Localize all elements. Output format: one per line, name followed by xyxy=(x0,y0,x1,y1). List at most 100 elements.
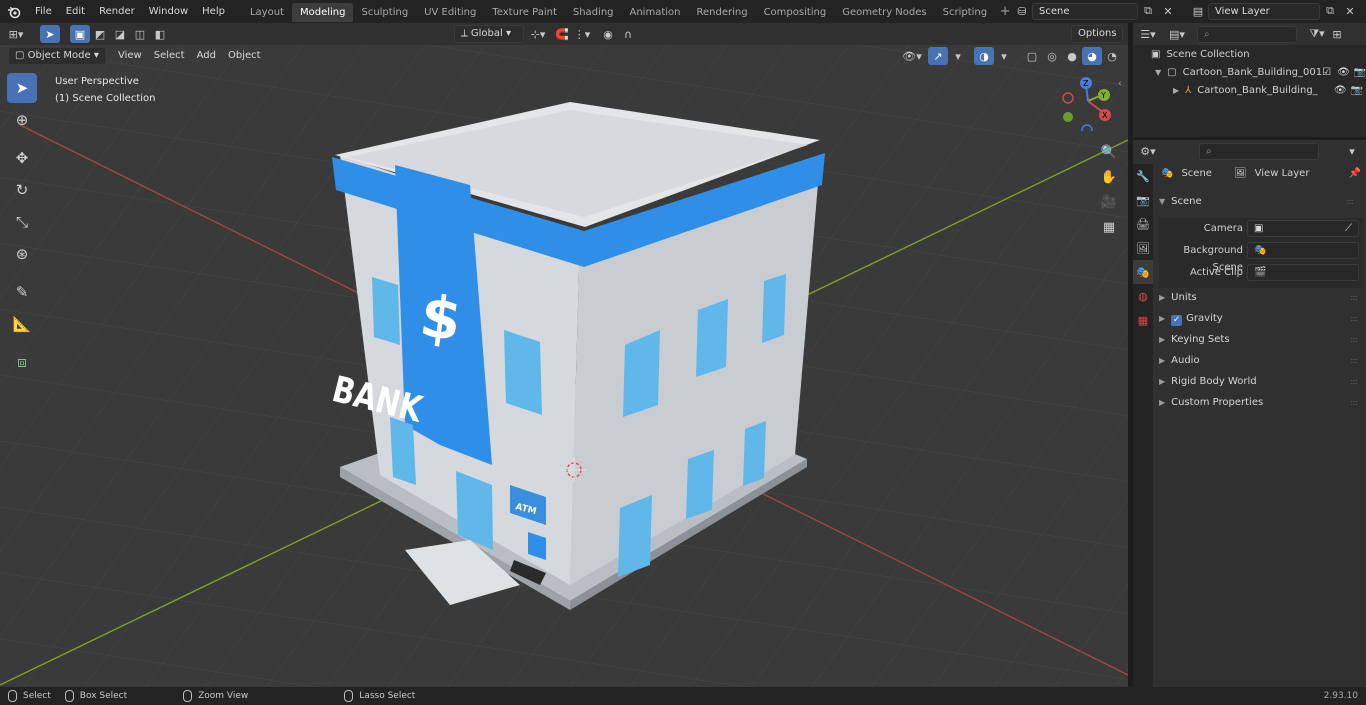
menu-select[interactable]: Select xyxy=(148,47,191,65)
tab-animation[interactable]: Animation xyxy=(622,3,689,22)
new-collection-icon[interactable]: ⊞ xyxy=(1327,25,1347,43)
tab-shading[interactable]: Shading xyxy=(565,3,622,22)
expand-chevron-icon[interactable]: ▼ xyxy=(1155,68,1161,77)
new-scene-icon[interactable]: ⧉ xyxy=(1138,2,1158,20)
outliner-filter-icon[interactable]: ⧩▾ xyxy=(1307,25,1327,43)
outliner-row-collection[interactable]: ▼ ▢ Cartoon_Bank_Building_001 ☑ 👁 📷 xyxy=(1155,67,1366,78)
3d-viewport[interactable]: $ BANK ATM ▢ Object Mode ▾ View Select A xyxy=(0,45,1128,687)
texture-tab-icon[interactable]: ▦ xyxy=(1133,308,1153,332)
object-render-camera-icon[interactable]: 📷 xyxy=(1351,85,1363,96)
hide-eye-icon[interactable]: 👁 xyxy=(1337,67,1350,78)
gravity-checkbox[interactable]: ✓ xyxy=(1171,315,1183,326)
transform-orientation-dropdown[interactable]: ⟂ Global ▾ xyxy=(454,25,524,43)
visibility-icon[interactable]: 👁▾ xyxy=(902,47,922,65)
world-tab-icon[interactable]: ◍ xyxy=(1133,284,1153,308)
mode-new-selection-icon[interactable]: ▣ xyxy=(70,25,90,43)
transform-tool-icon[interactable]: ⊛ xyxy=(7,239,37,269)
measure-tool-icon[interactable]: 📐 xyxy=(7,309,37,339)
mode-dropdown[interactable]: ▢ Object Mode ▾ xyxy=(8,47,106,65)
tool-tab-icon[interactable]: 🔧 xyxy=(1133,164,1153,188)
scene-section-header[interactable]: ▼ Scene :::: xyxy=(1159,192,1359,212)
menu-window[interactable]: Window xyxy=(142,0,195,23)
panel-keying-sets[interactable]: ▶ Keying Sets :::: xyxy=(1159,330,1363,350)
keying-sets-grip-icon[interactable]: :::: xyxy=(1350,330,1358,350)
menu-view[interactable]: View xyxy=(112,47,148,65)
pivot-point-icon[interactable]: ⊹▾ xyxy=(528,25,548,43)
wireframe-shading-icon[interactable]: ◎ xyxy=(1042,47,1062,65)
proportional-falloff-icon[interactable]: ∩ xyxy=(618,25,638,43)
tab-scripting[interactable]: Scripting xyxy=(935,3,995,22)
camera-view-icon[interactable]: 🎥 xyxy=(1098,191,1120,213)
audio-grip-icon[interactable]: :::: xyxy=(1350,351,1358,371)
add-cube-tool-icon[interactable]: ⧈ xyxy=(7,347,37,377)
tab-modeling[interactable]: Modeling xyxy=(291,3,354,22)
scale-tool-icon[interactable]: ⤡ xyxy=(7,207,37,237)
delete-scene-icon[interactable]: ✕ xyxy=(1158,2,1178,20)
overlay-dropdown-icon[interactable]: ▾ xyxy=(994,47,1014,65)
menu-object[interactable]: Object xyxy=(222,47,267,65)
camera-field[interactable]: ▣ ⟋ xyxy=(1247,220,1359,237)
outliner-editor-type-icon[interactable]: ☰▾ xyxy=(1133,25,1163,43)
properties-options-icon[interactable]: ▾ xyxy=(1342,142,1362,160)
delete-view-layer-icon[interactable]: ✕ xyxy=(1340,2,1360,20)
gravity-grip-icon[interactable]: :::: xyxy=(1350,309,1358,329)
custom-props-grip-icon[interactable]: :::: xyxy=(1350,393,1358,413)
panel-rigid-body-world[interactable]: ▶ Rigid Body World :::: xyxy=(1159,372,1363,392)
move-tool-icon[interactable]: ✥ xyxy=(7,143,37,173)
outliner-row-object[interactable]: ▶ ⅄ Cartoon_Bank_Building_ 👁 📷 xyxy=(1173,85,1363,96)
solid-shading-icon[interactable]: ● xyxy=(1062,47,1082,65)
gizmo-dropdown-icon[interactable]: ▾ xyxy=(948,47,968,65)
exclude-checkbox-icon[interactable]: ☑ xyxy=(1322,67,1331,78)
menu-render[interactable]: Render xyxy=(92,0,142,23)
background-scene-field[interactable]: 🎭 xyxy=(1247,242,1359,259)
properties-search-input[interactable]: ⌕ xyxy=(1199,142,1319,160)
mode-extend-selection-icon[interactable]: ◩ xyxy=(90,25,110,43)
tab-geometry-nodes[interactable]: Geometry Nodes xyxy=(834,3,934,22)
active-clip-field[interactable]: 🎬 xyxy=(1247,264,1359,281)
mode-intersect-selection-icon[interactable]: ◧ xyxy=(150,25,170,43)
outliner-search-input[interactable]: ⌕ xyxy=(1197,25,1297,43)
mode-invert-selection-icon[interactable]: ◫ xyxy=(130,25,150,43)
view-layer-tab-icon[interactable]: 🖼 xyxy=(1133,236,1153,260)
eyedropper-icon[interactable]: ⟋ xyxy=(1345,221,1352,236)
menu-file[interactable]: File xyxy=(28,0,59,23)
properties-editor-type-icon[interactable]: ⚙▾ xyxy=(1133,142,1163,160)
render-camera-icon[interactable]: 📷 xyxy=(1354,67,1366,78)
rendered-shading-icon[interactable]: ◔ xyxy=(1102,47,1122,65)
annotate-tool-icon[interactable]: ✎ xyxy=(7,277,37,307)
tab-compositing[interactable]: Compositing xyxy=(756,3,835,22)
render-tab-icon[interactable]: 📷 xyxy=(1133,188,1153,212)
tab-uv-editing[interactable]: UV Editing xyxy=(416,3,484,22)
snap-toggle-icon[interactable]: 🧲 xyxy=(552,25,572,43)
rigid-body-grip-icon[interactable]: :::: xyxy=(1350,372,1358,392)
snap-target-icon[interactable]: ⋮▾ xyxy=(572,25,592,43)
output-tab-icon[interactable]: 🖨 xyxy=(1133,212,1153,236)
viewport-scene[interactable]: $ BANK ATM xyxy=(0,45,1128,687)
editor-type-icon[interactable]: ⊞▾ xyxy=(0,25,32,43)
view-layer-field[interactable]: View Layer xyxy=(1208,2,1320,20)
select-tool-icon[interactable]: ➤ xyxy=(40,25,60,43)
rotate-tool-icon[interactable]: ↻ xyxy=(7,175,37,205)
tab-sculpting[interactable]: Sculpting xyxy=(353,3,416,22)
menu-add[interactable]: Add xyxy=(191,47,222,65)
object-hide-eye-icon[interactable]: 👁 xyxy=(1334,85,1347,96)
scene-icon[interactable]: ⛁ xyxy=(1012,2,1032,20)
collapse-chevron-icon[interactable]: ▶ xyxy=(1173,86,1179,95)
mode-subtract-selection-icon[interactable]: ◪ xyxy=(110,25,130,43)
outliner-display-mode-icon[interactable]: ▤▾ xyxy=(1163,25,1191,43)
ortho-toggle-icon[interactable]: ▦ xyxy=(1098,216,1120,238)
panel-audio[interactable]: ▶ Audio :::: xyxy=(1159,351,1363,371)
scene-name-field[interactable]: Scene xyxy=(1032,2,1138,20)
gizmo-toggle-icon[interactable]: ↗ xyxy=(928,47,948,65)
xray-toggle-icon[interactable]: ▢ xyxy=(1022,47,1042,65)
tab-rendering[interactable]: Rendering xyxy=(688,3,755,22)
cursor-tool-icon[interactable]: ⊕ xyxy=(7,105,37,135)
units-grip-icon[interactable]: :::: xyxy=(1350,288,1358,308)
scene-section-grip-icon[interactable]: :::: xyxy=(1346,192,1354,212)
overlay-toggle-icon[interactable]: ◑ xyxy=(974,47,994,65)
panel-custom-properties[interactable]: ▶ Custom Properties :::: xyxy=(1159,393,1363,413)
panel-units[interactable]: ▶ Units :::: xyxy=(1159,288,1363,308)
menu-edit[interactable]: Edit xyxy=(59,0,92,23)
sidebar-toggle-icon[interactable]: ‹ xyxy=(1118,79,1122,89)
pan-hand-icon[interactable]: ✋ xyxy=(1098,166,1120,188)
